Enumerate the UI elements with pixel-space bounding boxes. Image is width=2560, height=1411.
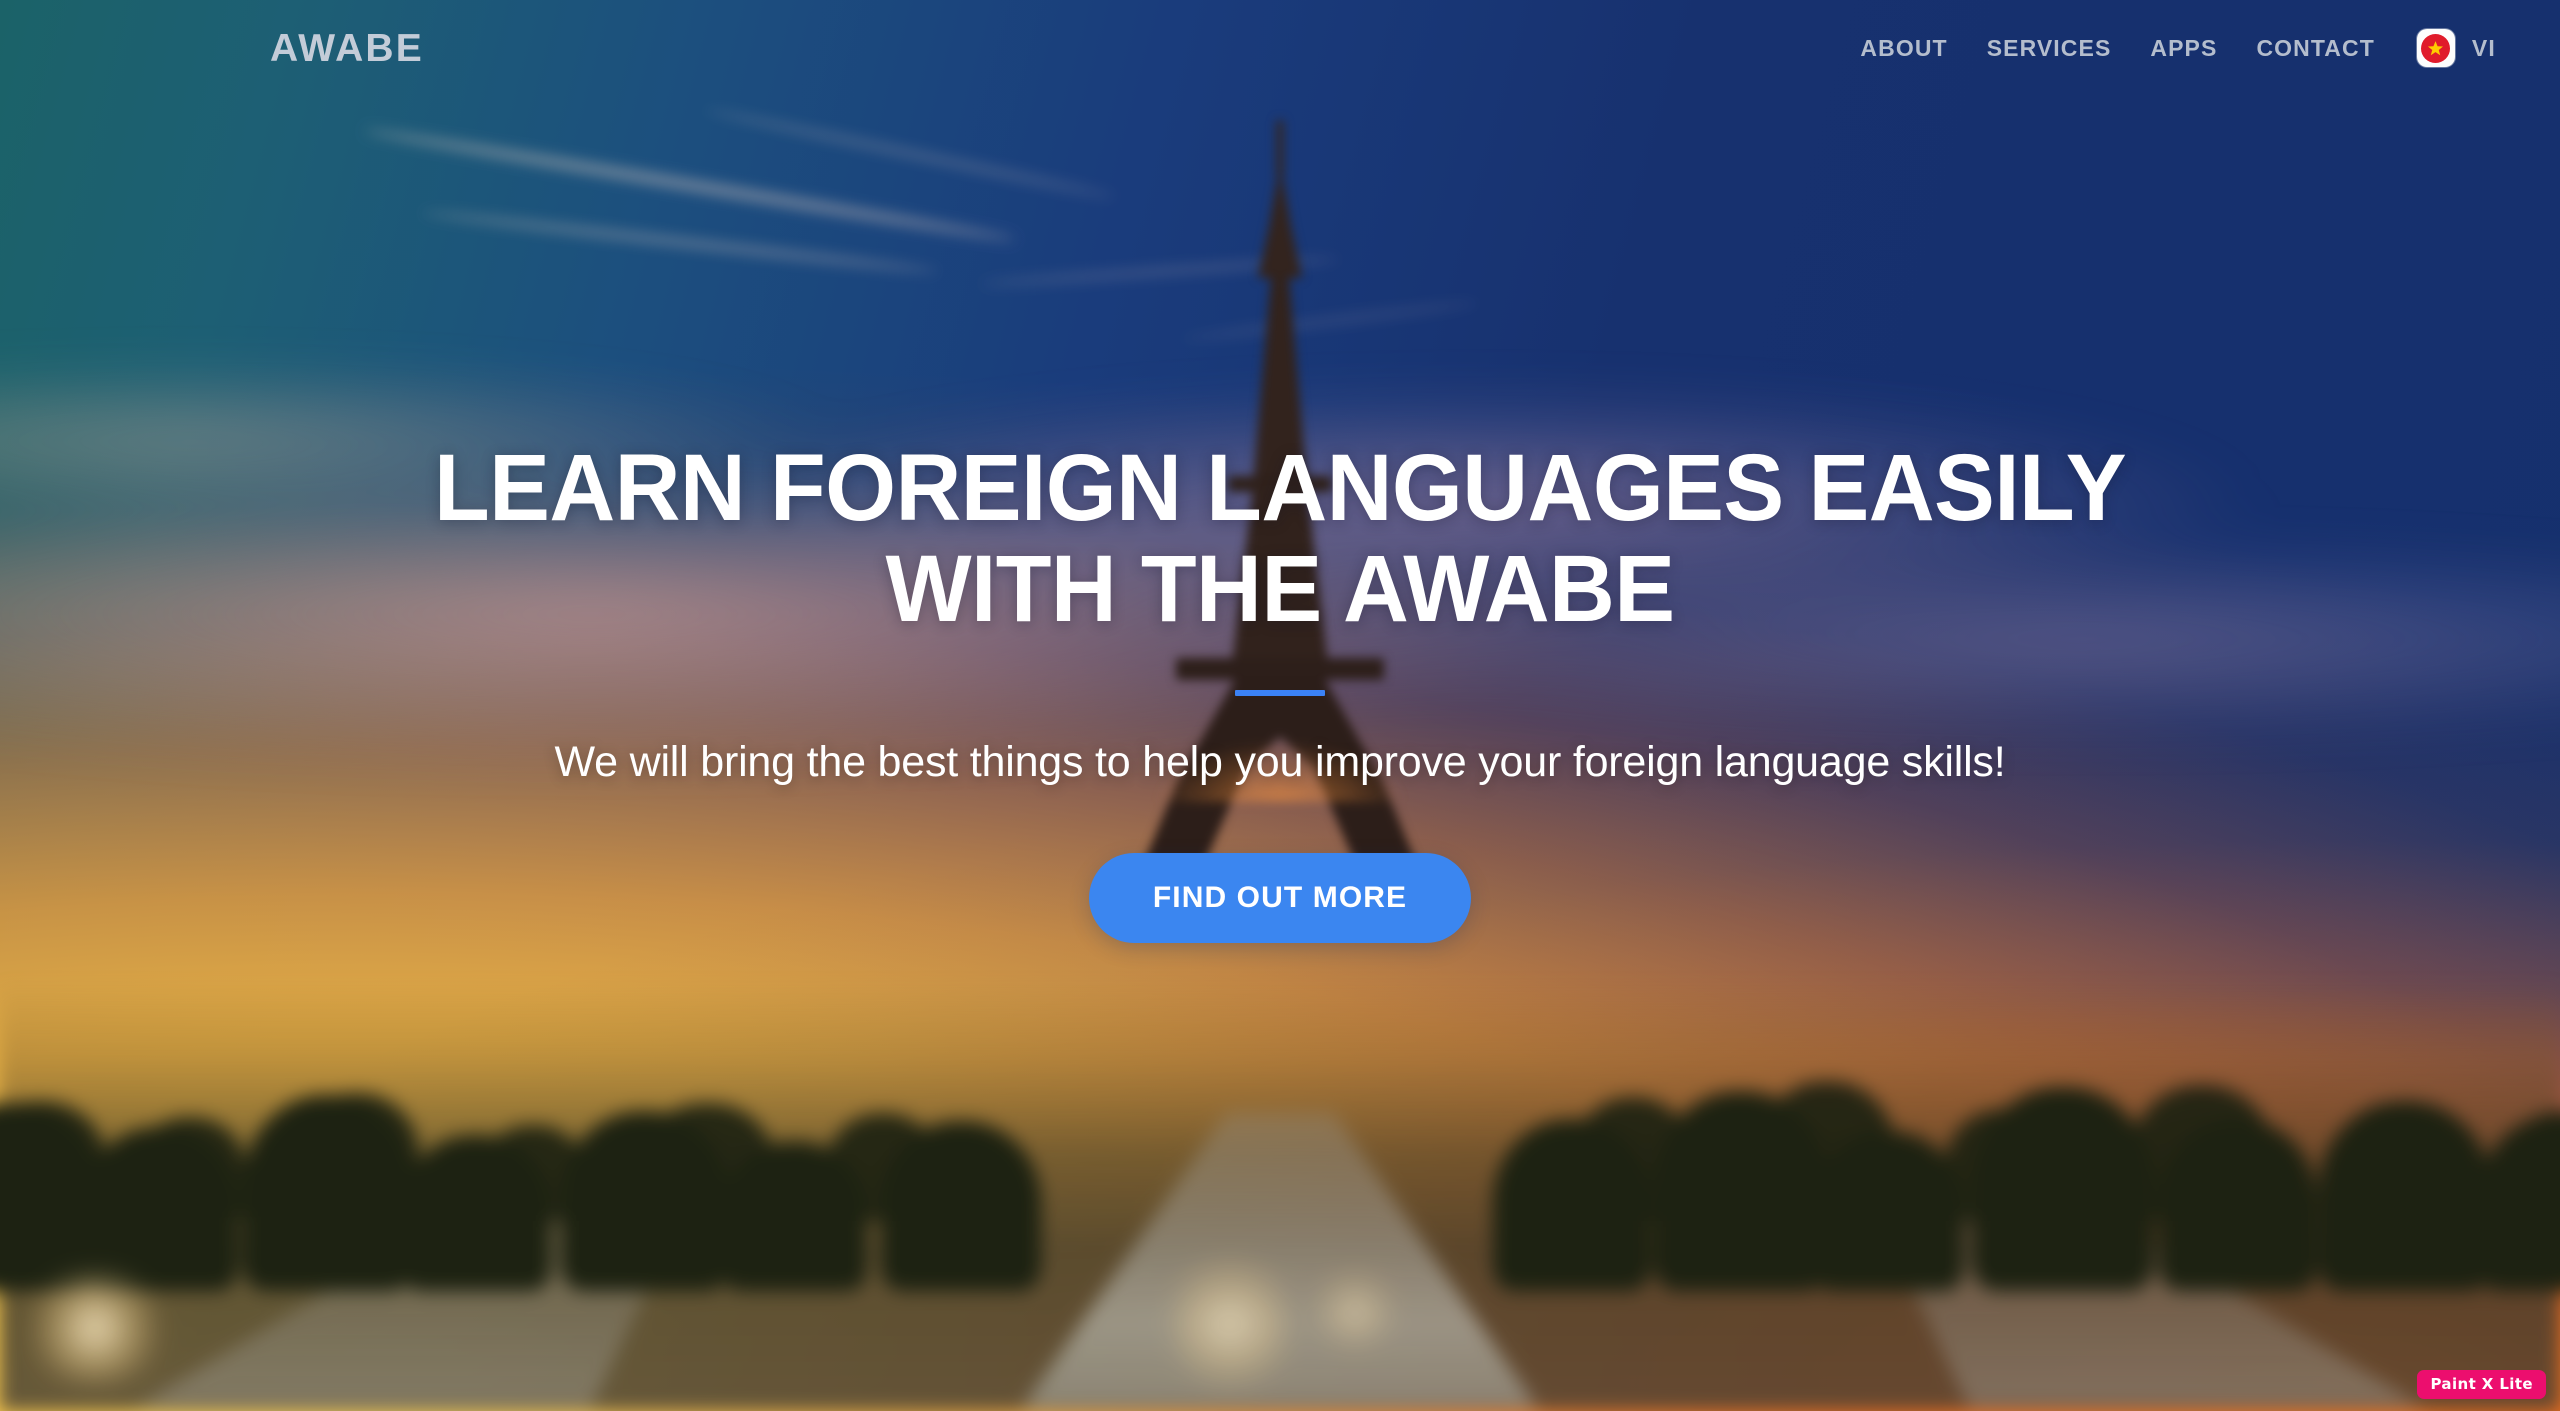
nav-link-contact[interactable]: CONTACT: [2256, 35, 2374, 62]
site-logo-awabe[interactable]: AWABE: [270, 29, 424, 68]
language-code-label: VI: [2471, 34, 2496, 61]
hero-divider: [1235, 689, 1325, 696]
language-switcher[interactable]: VI: [2416, 29, 2496, 67]
paint-x-lite-watermark: Paint X Lite: [2417, 1370, 2546, 1399]
vietnam-flag-icon: [2416, 29, 2455, 67]
flag-red-field: [2421, 33, 2451, 63]
nav-link-apps[interactable]: APPS: [2150, 35, 2217, 62]
hero-subheadline: We will bring the best things to help yo…: [554, 737, 2006, 786]
nav-links-group: ABOUT SERVICES APPS CONTACT VI: [1860, 29, 2496, 67]
hero-content: LEARN FOREIGN LANGUAGES EASILY WITH THE …: [0, 0, 2560, 1411]
main-navigation-bar: AWABE ABOUT SERVICES APPS CONTACT VI: [0, 0, 2560, 96]
nav-link-services[interactable]: SERVICES: [1987, 35, 2112, 62]
hero-headline: LEARN FOREIGN LANGUAGES EASILY WITH THE …: [433, 435, 2127, 642]
flag-yellow-star-icon: [2428, 40, 2444, 55]
find-out-more-button[interactable]: FIND OUT MORE: [1088, 852, 1472, 943]
nav-link-about[interactable]: ABOUT: [1860, 35, 1947, 62]
hero-section: AWABE ABOUT SERVICES APPS CONTACT VI LEA…: [0, 0, 2560, 1411]
